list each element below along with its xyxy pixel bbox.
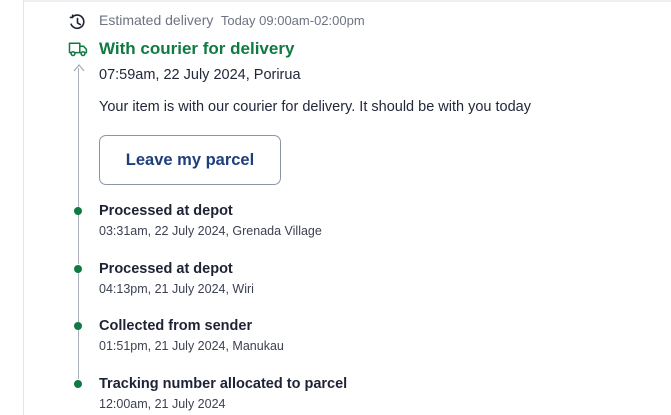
event-detail: 03:31am, 22 July 2024, Grenada Village [99, 224, 322, 238]
timeline-rail-segment [78, 330, 79, 379]
timeline-dot [74, 265, 82, 273]
panel-top-border [23, 0, 671, 2]
event-title: Collected from sender [99, 318, 253, 334]
tracking-panel: Estimated delivery Today 09:00am-02:00pm… [0, 0, 671, 415]
timeline-event: Processed at depot 03:31am, 22 July 2024… [99, 202, 322, 239]
event-detail: 01:51pm, 21 July 2024, Manukau [99, 339, 284, 353]
timeline-dot [74, 380, 82, 388]
current-status-time: 07:59am, 22 July 2024, Porirua [99, 67, 301, 83]
timeline-rail-current [78, 68, 79, 208]
clock-icon [69, 14, 85, 30]
leave-my-parcel-button[interactable]: Leave my parcel [99, 135, 281, 185]
delivery-van-icon [68, 42, 88, 57]
timeline-event: Processed at depot 04:13pm, 21 July 2024… [99, 260, 254, 297]
current-status-title: With courier for delivery [99, 39, 295, 58]
estimated-delivery: Estimated delivery Today 09:00am-02:00pm [99, 12, 365, 30]
timeline-arrow-icon [73, 64, 85, 72]
event-detail: 12:00am, 21 July 2024 [99, 397, 226, 411]
event-detail: 04:13pm, 21 July 2024, Wiri [99, 282, 254, 296]
estimated-delivery-label: Estimated delivery [99, 12, 214, 28]
timeline-dot [74, 322, 82, 330]
timeline-rail-segment [78, 214, 79, 264]
timeline-event: Tracking number allocated to parcel 12:0… [99, 375, 347, 412]
estimated-delivery-window: Today 09:00am-02:00pm [220, 13, 365, 28]
timeline-dot [74, 207, 82, 215]
event-title: Processed at depot [99, 261, 233, 277]
current-status-message: Your item is with our courier for delive… [99, 99, 531, 115]
timeline-rail-segment [78, 272, 79, 322]
event-title: Tracking number allocated to parcel [99, 376, 348, 392]
timeline-event: Collected from sender 01:51pm, 21 July 2… [99, 317, 284, 354]
event-title: Processed at depot [99, 203, 233, 219]
panel-left-border [23, 0, 24, 415]
